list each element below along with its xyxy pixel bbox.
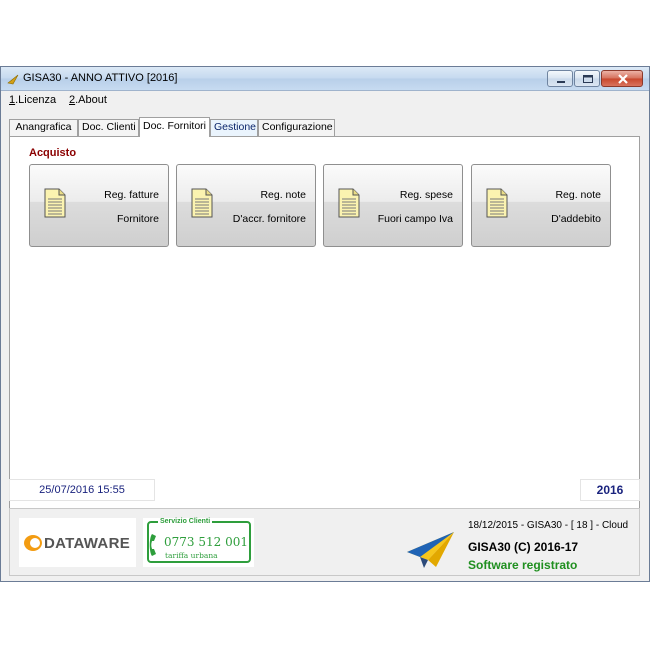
menu-about-label: .About xyxy=(75,94,107,106)
window-title: GISA30 - ANNO ATTIVO [2016] xyxy=(23,72,178,84)
minimize-button[interactable] xyxy=(547,70,573,87)
button-label-line1: Reg. spese xyxy=(399,189,453,201)
reg-note-addebito-button[interactable]: Reg. note D'addebito xyxy=(471,164,611,247)
tab-configurazione[interactable]: Configurazione xyxy=(258,119,335,136)
document-icon xyxy=(486,188,508,218)
tab-panel-doc-fornitori: Acquisto Reg. fatture Fornitore Reg. not… xyxy=(9,136,640,517)
status-datetime: 25/07/2016 15:55 xyxy=(9,479,155,501)
tab-doc-clienti[interactable]: Doc. Clienti xyxy=(78,119,139,136)
minimize-icon xyxy=(557,81,565,83)
window-controls xyxy=(546,70,643,87)
document-icon xyxy=(191,188,213,218)
paper-plane-icon xyxy=(407,532,454,568)
servizio-clienti-logo: Servizio Clienti 0773 512 001 tariffa ur… xyxy=(143,518,254,567)
tab-gestione[interactable]: Gestione xyxy=(210,119,258,136)
reg-fatture-fornitore-button[interactable]: Reg. fatture Fornitore xyxy=(29,164,169,247)
app-icon xyxy=(7,74,19,85)
dataware-logo-text: DATAWARE xyxy=(44,535,131,552)
maximize-icon xyxy=(583,75,593,83)
button-label-line2: D'addebito xyxy=(551,213,601,225)
reg-note-accredito-button[interactable]: Reg. note D'accr. fornitore xyxy=(176,164,316,247)
button-label-line1: Reg. note xyxy=(555,189,601,201)
tab-doc-fornitori[interactable]: Doc. Fornitori xyxy=(139,117,210,137)
document-icon xyxy=(44,188,66,218)
main-window: GISA30 - ANNO ATTIVO [2016] 1.Licenza 2.… xyxy=(0,66,650,582)
button-label-line2: D'accr. fornitore xyxy=(232,213,306,225)
footer-panel: DATAWARE Servizio Clienti 0773 512 001 t… xyxy=(9,508,640,576)
menu-licenza-label: .Licenza xyxy=(15,94,57,106)
title-bar[interactable]: GISA30 - ANNO ATTIVO [2016] xyxy=(1,67,649,91)
servizio-sub: tariffa urbana xyxy=(165,551,218,560)
dataware-logo: DATAWARE xyxy=(19,518,136,567)
maximize-button[interactable] xyxy=(574,70,600,87)
tab-anangrafica[interactable]: Anangrafica xyxy=(9,119,78,136)
servizio-phone: 0773 512 001 xyxy=(164,535,248,549)
status-year: 2016 xyxy=(580,479,640,501)
servizio-label: Servizio Clienti xyxy=(158,518,213,525)
document-icon xyxy=(338,188,360,218)
button-label-line2: Fornitore xyxy=(116,213,159,225)
product-name: GISA30 (C) 2016-17 xyxy=(468,540,579,554)
button-label-line1: Reg. note xyxy=(260,189,306,201)
section-title-acquisto: Acquisto xyxy=(29,147,77,159)
close-button[interactable] xyxy=(601,70,643,87)
phone-icon xyxy=(149,534,156,556)
button-label-line1: Reg. fatture xyxy=(104,189,159,201)
reg-spese-fuori-campo-button[interactable]: Reg. spese Fuori campo Iva xyxy=(323,164,463,247)
dataware-mark-icon xyxy=(24,535,42,551)
menu-bar: 1.Licenza 2.About xyxy=(1,92,649,110)
registration-status: Software registrato xyxy=(468,558,578,572)
button-label-line2: Fuori campo Iva xyxy=(377,213,453,225)
close-icon xyxy=(618,74,628,84)
version-info: 18/12/2015 - GISA30 - [ 18 ] - Cloud xyxy=(468,520,629,531)
menu-licenza[interactable]: 1.Licenza xyxy=(9,94,56,106)
menu-about[interactable]: 2.About xyxy=(69,94,107,106)
